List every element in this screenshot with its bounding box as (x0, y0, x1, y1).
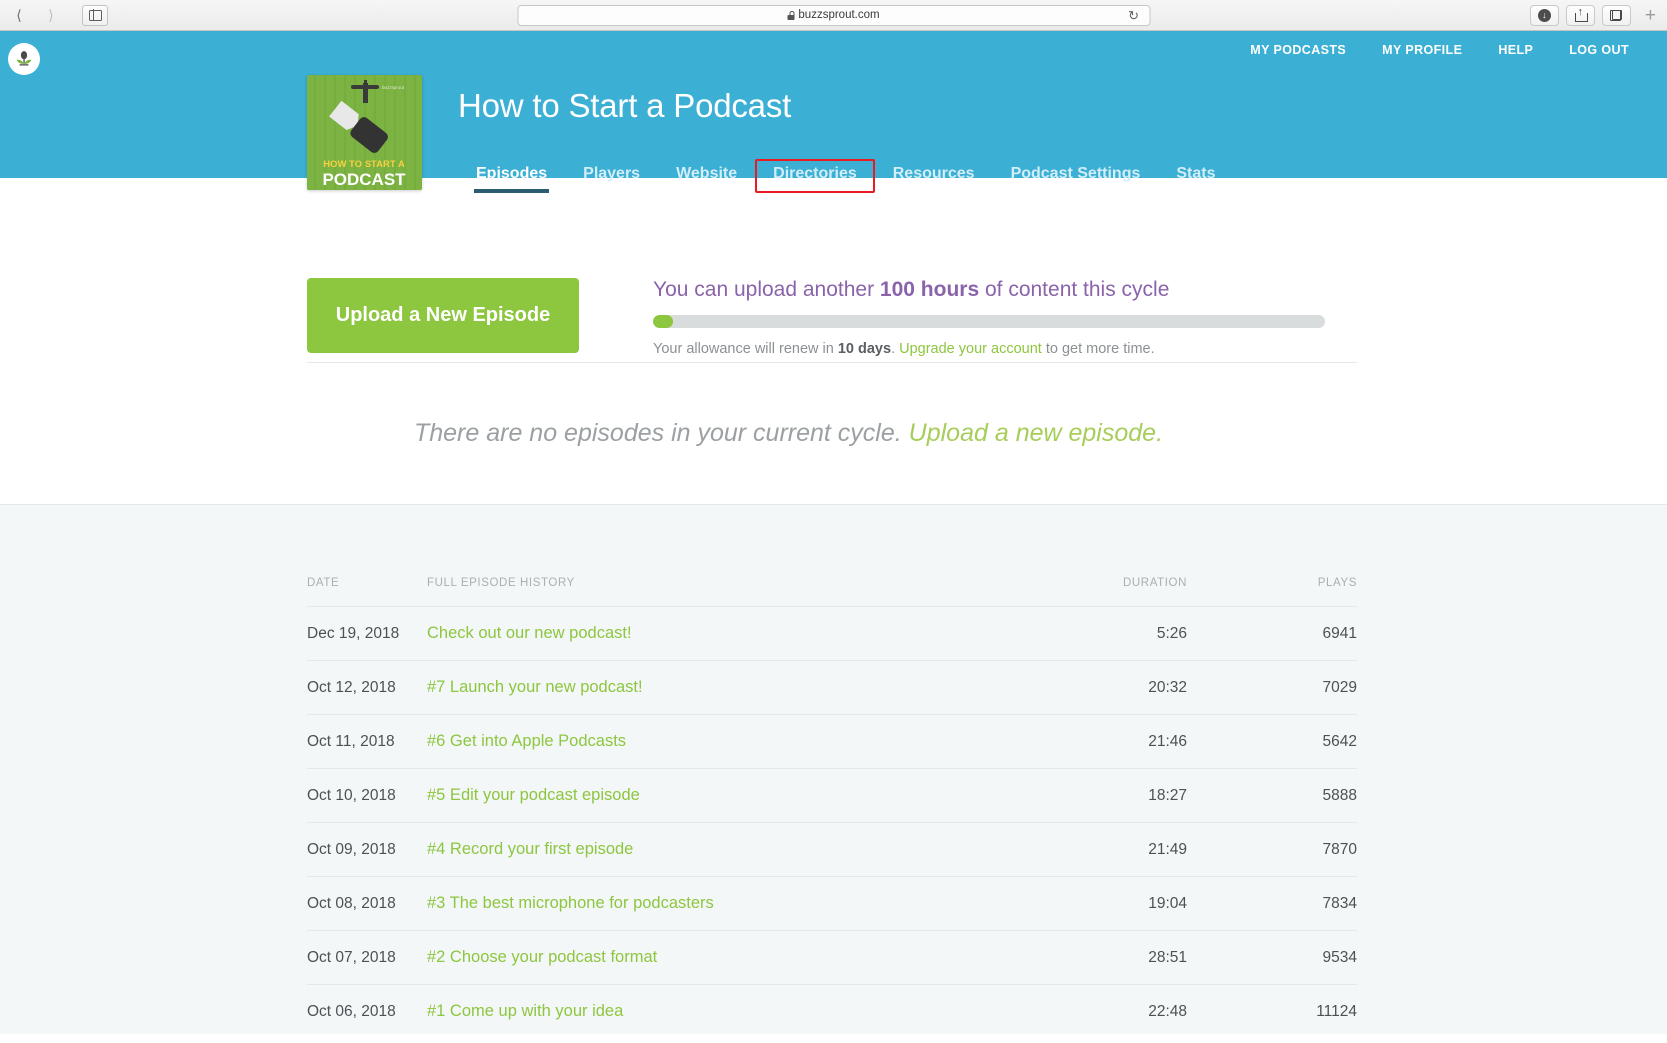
empty-state-text: There are no episodes in your current cy… (414, 419, 1163, 448)
buzzsprout-logo-icon[interactable] (8, 43, 40, 75)
share-icon[interactable] (1566, 5, 1595, 26)
upload-new-episode-link[interactable]: Upload a new episode. (909, 419, 1163, 447)
top-nav-item-help[interactable]: HELP (1498, 43, 1533, 57)
top-nav-item-my-profile[interactable]: MY PROFILE (1382, 43, 1462, 57)
row-date: Oct 06, 2018 (307, 985, 427, 1039)
allowance-renewal-text: Your allowance will renew in 10 days. Up… (653, 341, 1343, 357)
download-icon[interactable]: ↓ (1530, 5, 1559, 26)
lock-icon (787, 11, 794, 20)
row-episode-link[interactable]: #5 Edit your podcast episode (427, 786, 640, 804)
back-chevron-icon[interactable]: ⟨ (6, 5, 32, 26)
table-row: Oct 07, 2018 #2 Choose your podcast form… (307, 931, 1357, 985)
table-header-row: DATE FULL EPISODE HISTORY DURATION PLAYS (307, 577, 1357, 607)
episode-history-section: DATE FULL EPISODE HISTORY DURATION PLAYS… (0, 504, 1667, 1034)
empty-state-message: There are no episodes in your current cy… (414, 419, 909, 447)
row-plays: 9534 (1187, 931, 1357, 985)
row-date: Oct 08, 2018 (307, 877, 427, 931)
allowance-amount: 100 hours (880, 278, 979, 301)
tab-overview-icon[interactable] (1602, 5, 1631, 26)
site-header: MY PODCASTS MY PROFILE HELP LOG OUT HOW … (0, 31, 1667, 178)
browser-tools: ↓ + (1530, 5, 1663, 26)
row-plays: 5642 (1187, 715, 1357, 769)
row-plays: 6941 (1187, 607, 1357, 661)
forward-chevron-icon[interactable]: ⟩ (38, 5, 64, 26)
url-text: buzzsprout.com (798, 9, 879, 21)
allowance-progress-fill (653, 315, 673, 328)
browser-nav-controls: ⟨ ⟩ (0, 5, 108, 26)
row-plays: 7834 (1187, 877, 1357, 931)
renew-days: 10 days (838, 341, 891, 357)
row-episode-link[interactable]: #4 Record your first episode (427, 840, 633, 858)
renew-suffix: to get more time. (1042, 341, 1155, 357)
row-episode-link[interactable]: #1 Come up with your idea (427, 1002, 623, 1020)
allowance-panel: You can upload another 100 hours of cont… (653, 278, 1343, 357)
row-date: Oct 10, 2018 (307, 769, 427, 823)
renew-prefix: Your allowance will renew in (653, 341, 838, 357)
row-plays: 11124 (1187, 985, 1357, 1039)
row-date: Oct 12, 2018 (307, 661, 427, 715)
top-nav-item-my-podcasts[interactable]: MY PODCASTS (1250, 43, 1346, 57)
upgrade-account-link[interactable]: Upgrade your account (899, 341, 1042, 357)
row-date: Dec 19, 2018 (307, 607, 427, 661)
top-nav: MY PODCASTS MY PROFILE HELP LOG OUT (1250, 43, 1629, 57)
row-duration: 5:26 (967, 607, 1187, 661)
table-row: Oct 06, 2018 #1 Come up with your idea 2… (307, 985, 1357, 1039)
empty-episodes-state: There are no episodes in your current cy… (0, 363, 1667, 504)
table-row: Dec 19, 2018 Check out our new podcast! … (307, 607, 1357, 661)
top-nav-item-log-out[interactable]: LOG OUT (1569, 43, 1629, 57)
row-date: Oct 07, 2018 (307, 931, 427, 985)
row-date: Oct 11, 2018 (307, 715, 427, 769)
row-plays: 7870 (1187, 823, 1357, 877)
cover-watermark: buzzsprout (382, 85, 405, 90)
row-episode-link[interactable]: #2 Choose your podcast format (427, 948, 657, 966)
upload-section: Upload a New Episode You can upload anot… (0, 178, 1667, 362)
sidebar-toggle-icon[interactable] (82, 5, 108, 26)
row-episode-link[interactable]: Check out our new podcast! (427, 624, 632, 642)
allowance-prefix: You can upload another (653, 278, 880, 301)
row-plays: 5888 (1187, 769, 1357, 823)
table-row: Oct 11, 2018 #6 Get into Apple Podcasts … (307, 715, 1357, 769)
new-tab-button[interactable]: + (1638, 6, 1663, 25)
row-episode-link[interactable]: #7 Launch your new podcast! (427, 678, 643, 696)
row-duration: 18:27 (967, 769, 1187, 823)
allowance-progress-bar (653, 315, 1325, 328)
renew-mid: . (891, 341, 899, 357)
row-duration: 21:46 (967, 715, 1187, 769)
column-header-title: FULL EPISODE HISTORY (427, 577, 967, 607)
row-plays: 7029 (1187, 661, 1357, 715)
column-header-duration: DURATION (967, 577, 1187, 607)
table-row: Oct 08, 2018 #3 The best microphone for … (307, 877, 1357, 931)
column-header-date: DATE (307, 577, 427, 607)
reload-icon[interactable]: ↻ (1128, 9, 1139, 22)
table-row: Oct 12, 2018 #7 Launch your new podcast!… (307, 661, 1357, 715)
episode-history-table: DATE FULL EPISODE HISTORY DURATION PLAYS… (307, 577, 1357, 1038)
address-bar[interactable]: buzzsprout.com ↻ (517, 5, 1150, 26)
episode-history-body: Dec 19, 2018 Check out our new podcast! … (307, 607, 1357, 1039)
allowance-suffix: of content this cycle (979, 278, 1169, 301)
cover-line-1: HOW TO START A (323, 159, 405, 170)
row-duration: 22:48 (967, 985, 1187, 1039)
row-duration: 19:04 (967, 877, 1187, 931)
row-duration: 21:49 (967, 823, 1187, 877)
browser-toolbar: ⟨ ⟩ buzzsprout.com ↻ ↓ + (0, 0, 1667, 31)
page-title: How to Start a Podcast (458, 87, 791, 125)
row-duration: 28:51 (967, 931, 1187, 985)
row-episode-link[interactable]: #3 The best microphone for podcasters (427, 894, 714, 912)
row-episode-link[interactable]: #6 Get into Apple Podcasts (427, 732, 626, 750)
podcast-cover-art[interactable]: HOW TO START A PODCAST buzzsprout (307, 75, 422, 190)
allowance-headline: You can upload another 100 hours of cont… (653, 278, 1343, 302)
table-row: Oct 10, 2018 #5 Edit your podcast episod… (307, 769, 1357, 823)
row-date: Oct 09, 2018 (307, 823, 427, 877)
upload-new-episode-button[interactable]: Upload a New Episode (307, 278, 579, 353)
column-header-plays: PLAYS (1187, 577, 1357, 607)
row-duration: 20:32 (967, 661, 1187, 715)
table-row: Oct 09, 2018 #4 Record your first episod… (307, 823, 1357, 877)
